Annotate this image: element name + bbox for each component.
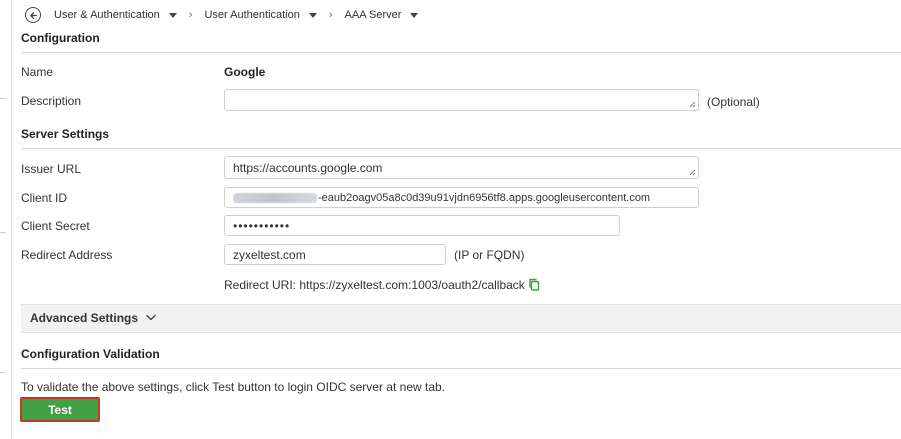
breadcrumb-item-user-authentication-menu[interactable]: User & Authentication [54, 9, 177, 21]
client-id-field[interactable]: -eaub2oagv05a8c0d39u91vjdn6956tf8.apps.g… [224, 187, 699, 208]
client-id-label: Client ID [21, 191, 68, 205]
redirect-address-field[interactable]: zyxeltest.com [224, 244, 446, 265]
copy-icon[interactable] [528, 278, 540, 291]
section-divider [21, 52, 901, 53]
caret-down-icon [168, 12, 177, 18]
redacted-client-id-prefix [233, 192, 317, 203]
arrow-left-icon [29, 11, 37, 19]
section-divider [21, 148, 901, 149]
left-panel-border [11, 0, 12, 439]
advanced-settings-toggle[interactable]: Advanced Settings [21, 304, 901, 333]
issuer-url-field[interactable]: https://accounts.google.com [224, 156, 699, 179]
left-panel-tick [0, 98, 6, 99]
client-secret-label: Client Secret [21, 219, 90, 233]
configuration-title: Configuration [21, 31, 100, 45]
description-label: Description [21, 94, 82, 108]
name-value: Google [224, 65, 266, 79]
left-panel-tick [0, 232, 6, 233]
redirect-address-label: Redirect Address [21, 248, 113, 262]
resize-handle-icon[interactable] [689, 169, 696, 176]
chevron-down-icon [146, 314, 156, 321]
redirect-address-hint: (IP or FQDN) [454, 248, 525, 262]
section-divider [21, 368, 901, 369]
redirect-uri-text: Redirect URI: https://zyxeltest.com:1003… [224, 278, 525, 292]
breadcrumb: User & Authentication › User Authenticat… [25, 6, 419, 24]
resize-handle-icon[interactable] [689, 101, 696, 108]
breadcrumb-separator-icon: › [188, 9, 193, 21]
name-label: Name [21, 65, 54, 79]
description-field[interactable] [224, 89, 699, 111]
breadcrumb-item-user-authentication[interactable]: User Authentication [204, 9, 317, 21]
validation-instruction: To validate the above settings, click Te… [21, 380, 446, 394]
server-settings-title: Server Settings [21, 127, 110, 141]
caret-down-icon [308, 12, 317, 18]
configuration-validation-title: Configuration Validation [21, 347, 160, 361]
back-button[interactable] [25, 7, 41, 23]
description-optional-hint: (Optional) [707, 95, 760, 109]
client-secret-field[interactable]: ••••••••••• [224, 215, 620, 236]
caret-down-icon [410, 12, 419, 18]
advanced-settings-label: Advanced Settings [30, 311, 139, 325]
left-panel-tick [0, 372, 6, 373]
issuer-url-label: Issuer URL [21, 162, 82, 176]
breadcrumb-separator-icon: › [328, 9, 333, 21]
breadcrumb-item-aaa-server[interactable]: AAA Server [345, 9, 419, 21]
test-button[interactable]: Test [20, 397, 100, 422]
